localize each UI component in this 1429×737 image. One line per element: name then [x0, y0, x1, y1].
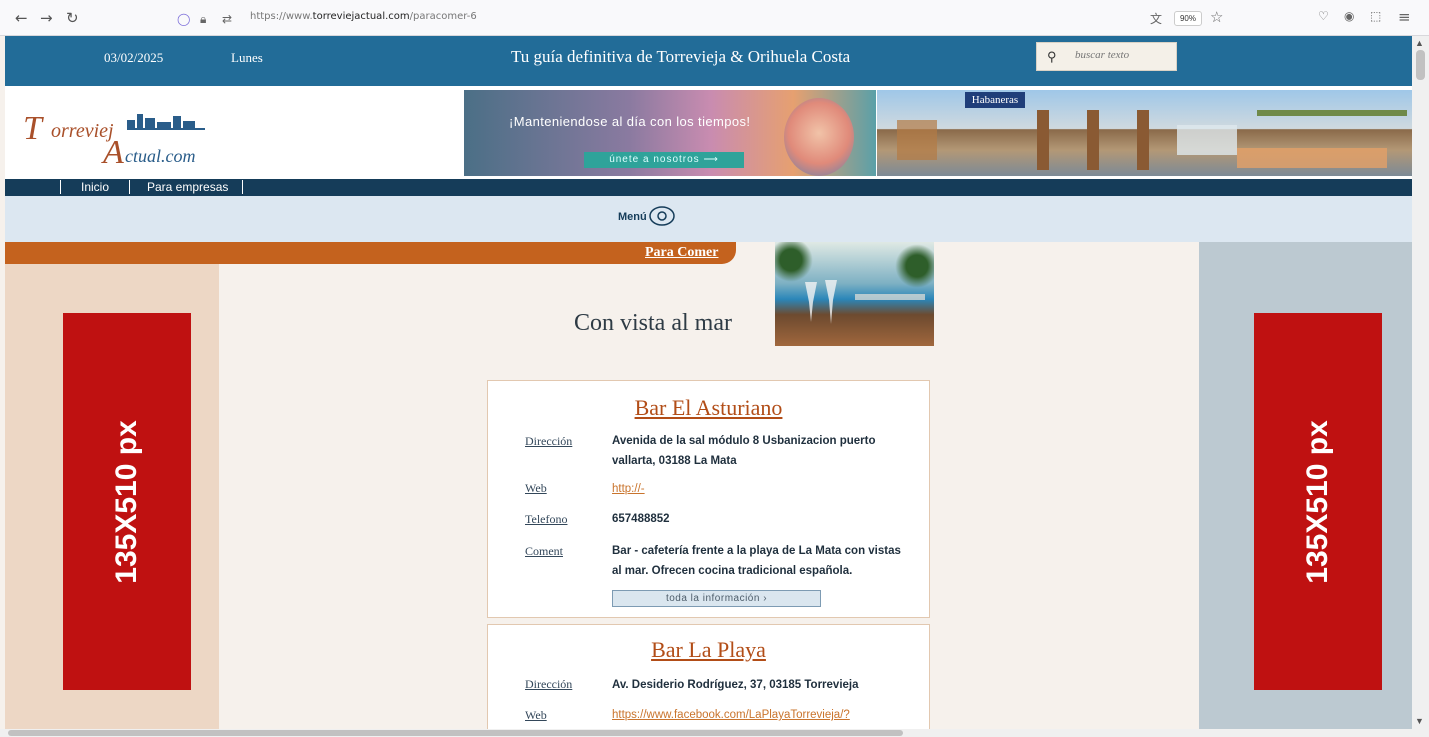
carnival-image [784, 98, 854, 176]
nav-separator [242, 180, 243, 194]
left-ad-placeholder[interactable]: 135X510 px [63, 313, 191, 690]
bookmark-star-icon[interactable]: ☆ [1210, 8, 1223, 26]
address-value: Avenida de la sal módulo 8 Usbanizacion … [612, 435, 876, 467]
web-link[interactable]: https://www.facebook.com/LaPlayaTorrevie… [612, 705, 912, 725]
browser-toolbar: ← → ↻ ◯ 🔒︎ ⇄ https://www.torreviejactual… [0, 0, 1429, 36]
reload-icon[interactable]: ↻ [66, 9, 79, 27]
main-nav: Inicio Para empresas [5, 179, 1412, 196]
category-link[interactable]: Para Comer [645, 245, 718, 261]
right-ad-column: 135X510 px [1199, 242, 1412, 737]
nav-separator [129, 180, 130, 194]
search-box[interactable]: ⚲ [1036, 42, 1177, 71]
forward-icon[interactable]: → [40, 9, 53, 27]
promo-banner[interactable]: ¡Manteniendose al día con los tiempos! ú… [464, 90, 876, 176]
site-topbar: 03/02/2025 Lunes Tu guía definitiva de T… [5, 36, 1412, 86]
menu-toggle-label[interactable]: Menú [618, 211, 647, 223]
back-icon[interactable]: ← [15, 9, 28, 27]
scrollbar-thumb[interactable] [8, 730, 903, 736]
zoom-level[interactable]: 90% [1174, 11, 1202, 26]
seaview-photo [775, 242, 934, 346]
site-logo[interactable]: T orreviej A ctual.com [23, 108, 208, 171]
scroll-up-icon[interactable]: ▲ [1415, 38, 1424, 48]
search-input[interactable] [1075, 49, 1170, 61]
horizontal-scrollbar[interactable] [0, 729, 1429, 737]
menu-bar: Menú [5, 196, 1412, 242]
eye-icon[interactable] [649, 206, 675, 226]
permissions-icon[interactable]: ⇄ [222, 12, 232, 26]
right-ad-placeholder[interactable]: 135X510 px [1254, 313, 1382, 690]
address-bar[interactable]: ◯ 🔒︎ ⇄ https://www.torreviejactual.com/p… [170, 8, 1240, 30]
shield-icon[interactable]: ◯ [177, 12, 190, 26]
left-ad-column: 135X510 px [5, 242, 219, 737]
extensions-icon[interactable]: ⬚ [1370, 9, 1381, 23]
current-date: 03/02/2025 [104, 50, 164, 65]
menu-hamburger-icon[interactable]: ≡ [1398, 8, 1411, 26]
site-tagline: Tu guía definitiva de Torrevieja & Orihu… [511, 47, 851, 66]
vertical-scrollbar[interactable]: ▲ ▼ [1412, 36, 1429, 729]
header-logo-area: T orreviej A ctual.com ¡Manteniendose al… [5, 86, 1412, 179]
comment-value: Bar - cafetería frente a la playa de La … [612, 545, 901, 577]
scroll-down-icon[interactable]: ▼ [1415, 716, 1424, 726]
search-icon[interactable]: ⚲ [1047, 49, 1057, 65]
skyline-icon [127, 114, 205, 130]
current-day: Lunes [231, 50, 263, 65]
listing-name[interactable]: Bar El Asturiano [488, 395, 929, 421]
url-text[interactable]: https://www.torreviejactual.com/paracome… [250, 11, 477, 22]
pocket-icon[interactable]: ♡ [1318, 9, 1329, 23]
account-icon[interactable]: ◉ [1344, 9, 1354, 23]
listing-card: Bar El Asturiano Dirección Avenida de la… [487, 380, 930, 618]
translate-icon[interactable]: 文 [1150, 10, 1162, 27]
shop-banner[interactable]: Habaneras [877, 90, 1412, 176]
comment-label: Coment [525, 544, 563, 558]
web-label: Web [525, 481, 547, 495]
promo-banner-text: ¡Manteniendose al día con los tiempos! [509, 114, 751, 129]
mall-image [897, 110, 1407, 170]
address-value: Av. Desiderio Rodríguez, 37, 03185 Torre… [612, 679, 859, 691]
nav-separator [60, 180, 61, 194]
listing-name[interactable]: Bar La Playa [488, 637, 929, 663]
web-link[interactable]: http://- [612, 479, 912, 499]
nav-item-para-empresas[interactable]: Para empresas [147, 180, 228, 194]
address-label: Dirección [525, 434, 573, 448]
phone-value: 657488852 [612, 513, 670, 525]
category-bar [5, 242, 736, 264]
more-info-button[interactable]: toda la información › [612, 590, 821, 607]
address-label: Dirección [525, 677, 573, 691]
phone-label: Telefono [525, 512, 568, 526]
web-label: Web [525, 708, 547, 722]
nav-item-inicio[interactable]: Inicio [81, 180, 109, 194]
page-title: Con vista al mar [574, 310, 732, 336]
join-button[interactable]: únete a nosotros ⟶ [584, 152, 744, 168]
scrollbar-thumb[interactable] [1416, 50, 1425, 80]
lock-icon[interactable]: 🔒︎ [200, 12, 206, 27]
listing-card: Bar La Playa Dirección Av. Desiderio Rod… [487, 624, 930, 734]
